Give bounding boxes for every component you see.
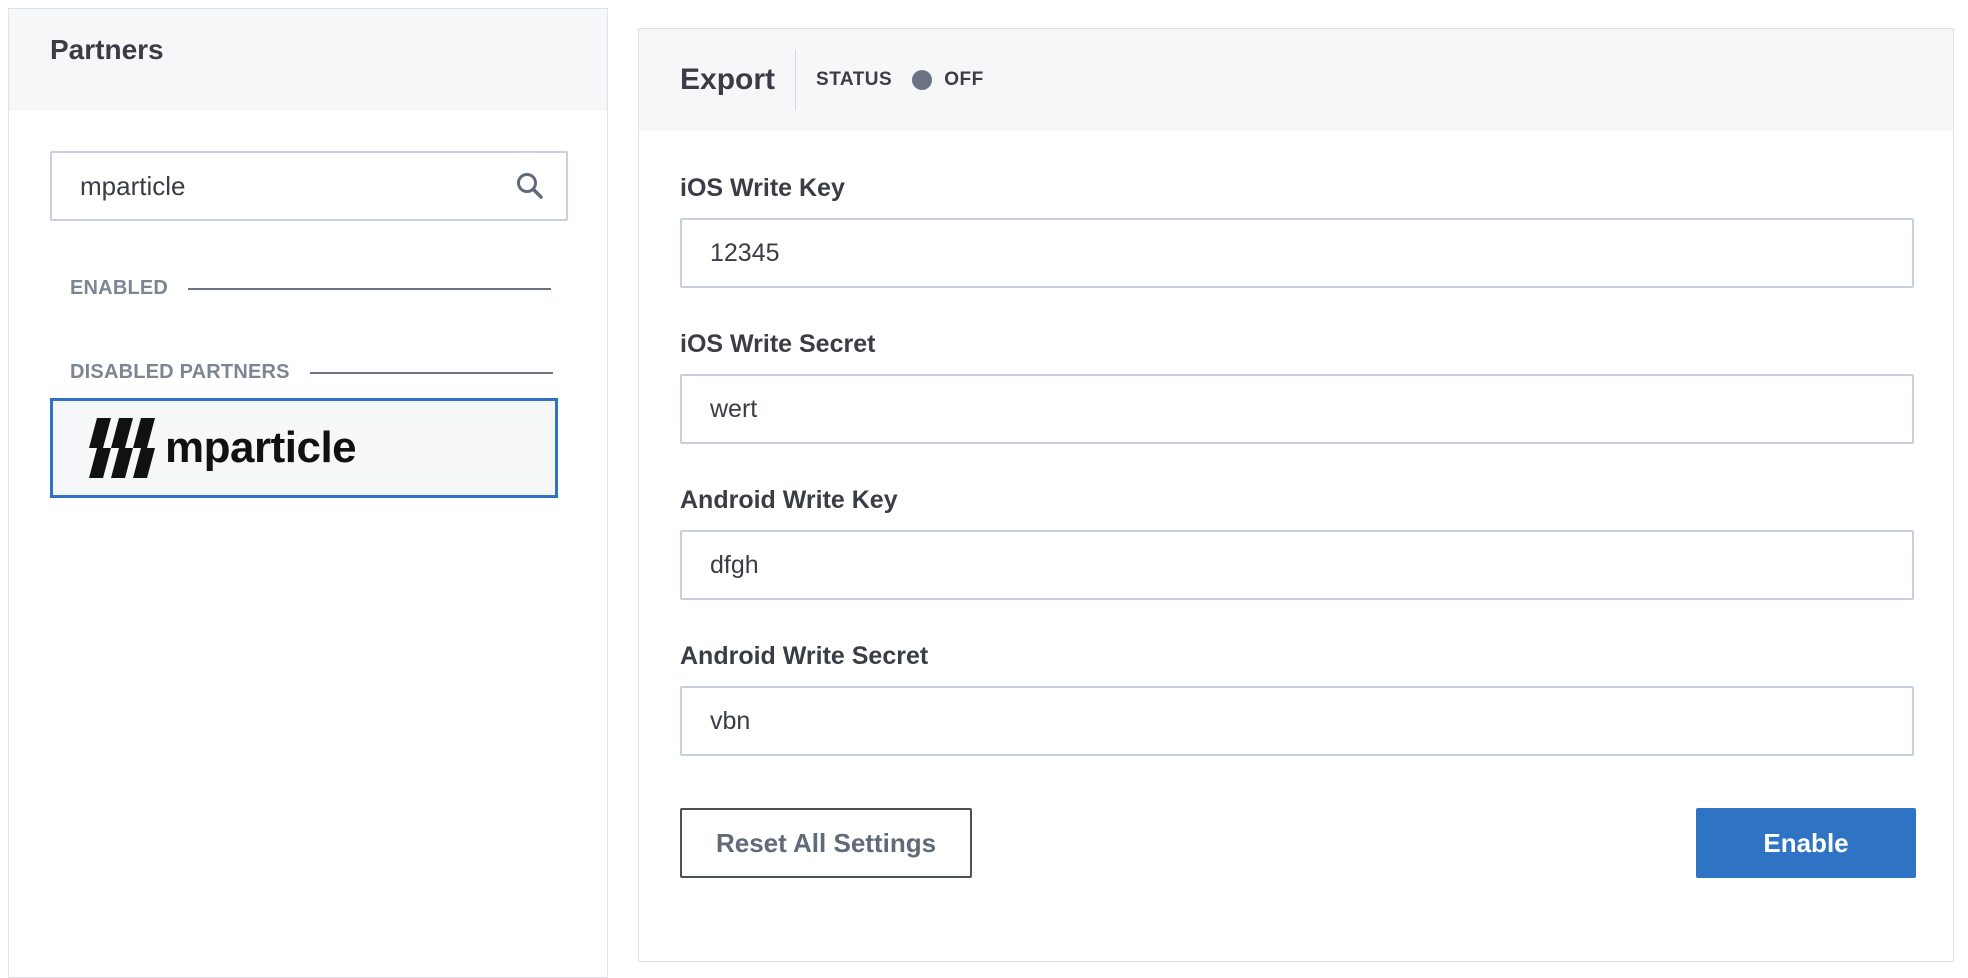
ios-write-key-field[interactable]: [680, 218, 1914, 288]
ios-write-secret-field[interactable]: [680, 374, 1914, 444]
status-label: STATUS: [816, 69, 893, 90]
android-write-secret-field[interactable]: [680, 686, 1914, 756]
disabled-section-label: DISABLED PARTNERS: [70, 361, 553, 384]
export-panel: Export STATUS OFF iOS Write Key iOS Writ…: [638, 28, 1954, 962]
enable-button[interactable]: Enable: [1696, 808, 1916, 878]
reset-all-settings-button[interactable]: Reset All Settings: [680, 808, 972, 878]
enabled-label: ENABLED: [70, 277, 169, 299]
enabled-section-label: ENABLED: [70, 277, 552, 300]
ios-write-secret-label: iOS Write Secret: [680, 330, 876, 358]
export-header: Export STATUS OFF: [639, 29, 1953, 131]
header-divider: [795, 50, 797, 110]
disabled-divider: [309, 371, 553, 374]
android-write-secret-label: Android Write Secret: [680, 642, 929, 670]
partner-card-mparticle[interactable]: mparticle: [50, 398, 558, 498]
disabled-label: DISABLED PARTNERS: [70, 361, 290, 383]
enabled-divider: [188, 287, 552, 290]
mparticle-wordmark: mparticle: [165, 423, 357, 472]
partners-header: Partners: [9, 9, 607, 111]
export-title: Export: [680, 63, 776, 96]
android-write-key-label: Android Write Key: [680, 486, 898, 514]
partner-search-input[interactable]: [80, 170, 514, 202]
status-dot-icon: [912, 70, 933, 90]
mparticle-logo-icon: [89, 418, 155, 478]
ios-write-key-label: iOS Write Key: [680, 174, 845, 202]
partners-title: Partners: [50, 34, 164, 65]
partner-search-box[interactable]: [50, 151, 568, 221]
partners-panel: Partners ENABLED DISABLED PARTNERS: [8, 8, 608, 978]
android-write-key-field[interactable]: [680, 530, 1914, 600]
status-value: OFF: [944, 69, 984, 90]
search-icon[interactable]: [514, 170, 546, 202]
